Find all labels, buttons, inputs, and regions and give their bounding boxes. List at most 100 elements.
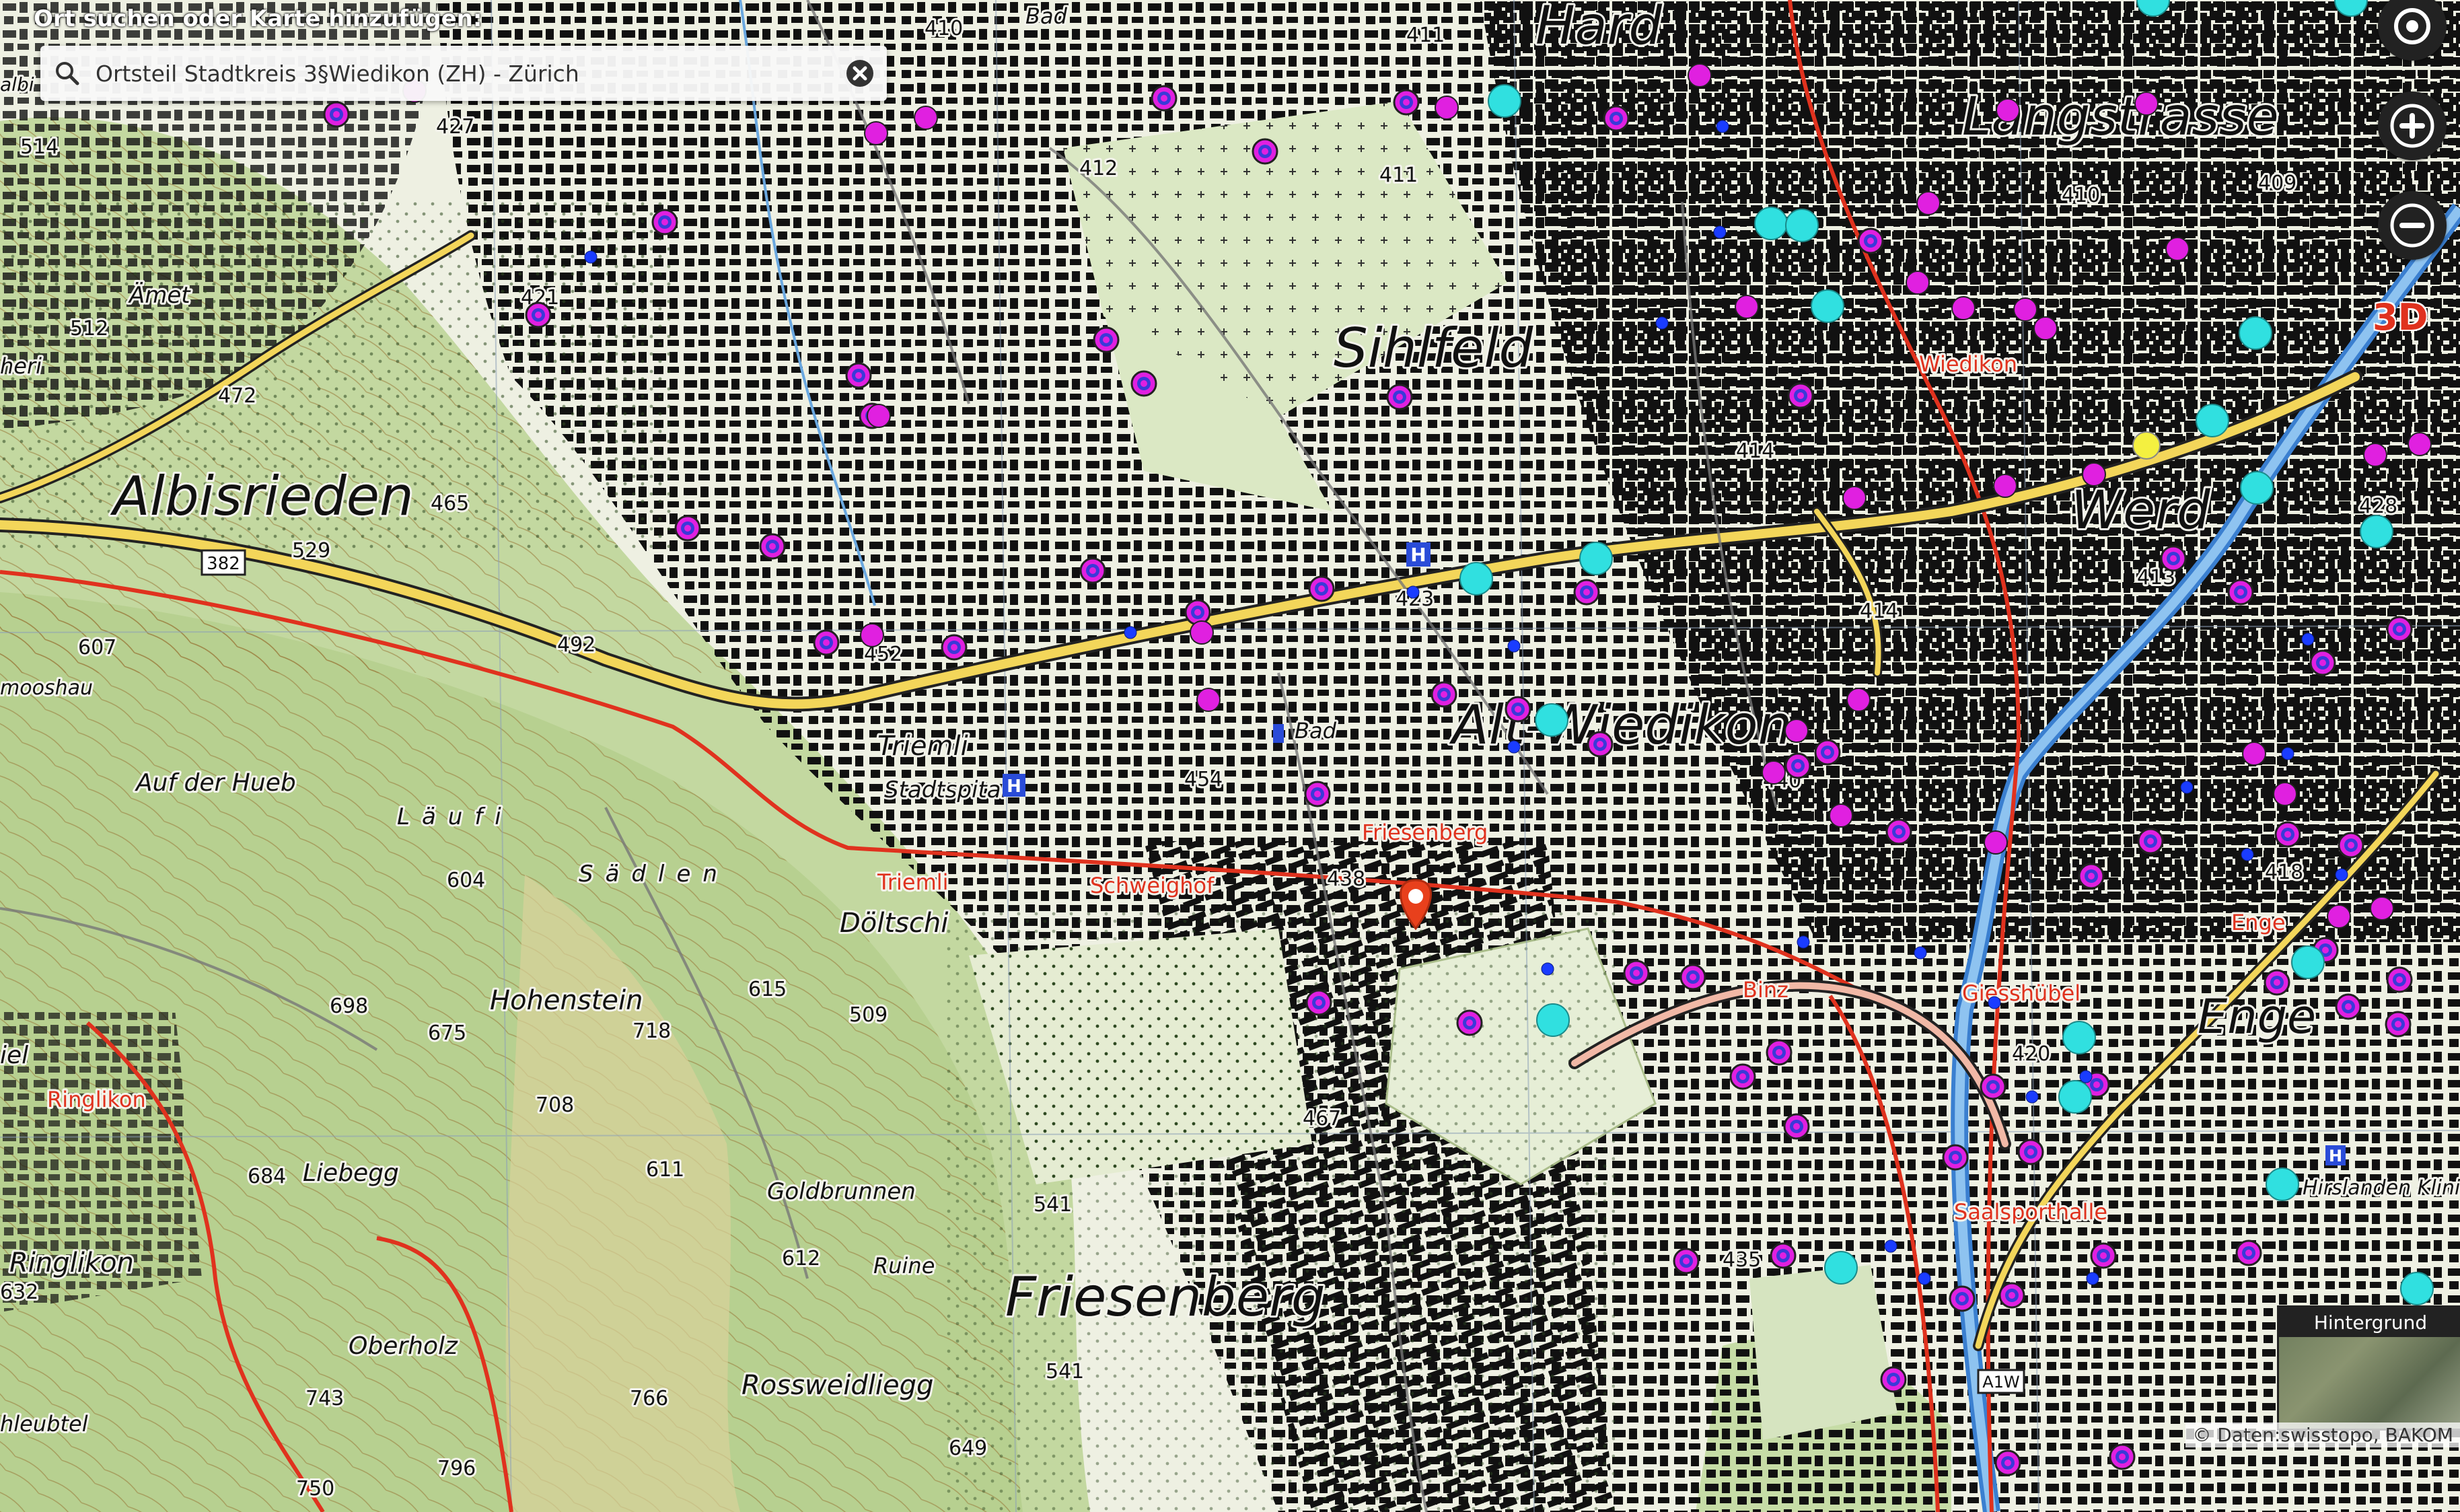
poi-marker[interactable]: [2291, 945, 2325, 979]
poi-marker[interactable]: [1713, 225, 1727, 239]
poi-marker[interactable]: [1996, 98, 2020, 122]
poi-marker[interactable]: [2078, 863, 2105, 890]
poi-marker[interactable]: [1184, 599, 1211, 626]
poi-marker[interactable]: [1811, 289, 1844, 323]
poi-marker[interactable]: [2132, 431, 2161, 460]
poi-marker[interactable]: [2090, 1242, 2117, 1269]
poi-marker[interactable]: [2385, 1011, 2412, 1038]
poi-marker[interactable]: [1951, 296, 1976, 320]
3d-button[interactable]: 3D: [2373, 296, 2428, 338]
poi-marker[interactable]: [651, 209, 678, 236]
poi-marker[interactable]: [1716, 120, 1729, 133]
poi-marker[interactable]: [2109, 1443, 2136, 1470]
poi-marker[interactable]: [2327, 904, 2351, 929]
poi-marker[interactable]: [759, 533, 786, 560]
poi-marker[interactable]: [1507, 740, 1521, 754]
poi-marker[interactable]: [1459, 562, 1493, 596]
poi-marker[interactable]: [1196, 688, 1221, 712]
poi-marker[interactable]: [1797, 935, 1810, 949]
poi-marker[interactable]: [1942, 1144, 1969, 1171]
poi-marker[interactable]: [1735, 295, 1759, 319]
poi-marker[interactable]: [1393, 89, 1420, 116]
poi-marker[interactable]: [2309, 649, 2336, 676]
poi-marker[interactable]: [1916, 191, 1941, 215]
poi-marker[interactable]: [2264, 969, 2290, 996]
poi-marker[interactable]: [2386, 616, 2413, 643]
poi-marker[interactable]: [2273, 782, 2297, 806]
poi-marker[interactable]: [1431, 681, 1457, 708]
poi-marker[interactable]: [1130, 370, 1157, 397]
poi-marker[interactable]: [2196, 404, 2229, 437]
search-input[interactable]: [94, 59, 833, 87]
poi-marker[interactable]: [1505, 696, 1531, 723]
poi-marker[interactable]: [1988, 996, 2001, 1009]
poi-marker[interactable]: [2281, 747, 2294, 760]
poi-marker[interactable]: [2062, 1021, 2096, 1054]
poi-marker[interactable]: [2386, 966, 2413, 993]
poi-marker[interactable]: [845, 362, 872, 389]
poi-marker[interactable]: [1079, 557, 1106, 584]
poi-marker[interactable]: [2137, 828, 2164, 855]
poi-marker[interactable]: [1785, 209, 1819, 242]
poi-marker[interactable]: [1846, 688, 1871, 712]
poi-marker[interactable]: [1783, 1113, 1810, 1140]
poi-marker[interactable]: [1784, 719, 1809, 743]
poi-marker[interactable]: [1814, 739, 1841, 766]
poi-marker[interactable]: [1784, 752, 1811, 779]
poi-marker[interactable]: [1880, 1366, 1907, 1393]
zoom-in-button[interactable]: [2378, 92, 2447, 160]
poi-marker[interactable]: [2017, 1139, 2044, 1165]
poi-marker[interactable]: [1824, 1251, 1858, 1285]
poi-marker[interactable]: [1688, 63, 1712, 87]
poi-marker[interactable]: [864, 121, 888, 145]
poi-marker[interactable]: [1994, 1449, 2021, 1476]
poi-marker[interactable]: [2180, 781, 2194, 794]
poi-marker[interactable]: [2301, 633, 2315, 646]
poi-marker[interactable]: [1770, 1242, 1797, 1269]
poi-marker[interactable]: [1857, 227, 1884, 254]
poi-marker[interactable]: [1304, 781, 1331, 807]
poi-marker[interactable]: [1906, 271, 1930, 295]
poi-marker[interactable]: [1829, 803, 1853, 828]
poi-marker[interactable]: [1762, 760, 1786, 785]
poi-marker[interactable]: [1507, 639, 1521, 653]
clear-search-button[interactable]: [833, 59, 887, 88]
poi-marker[interactable]: [2335, 868, 2348, 881]
poi-marker[interactable]: [1456, 1009, 1483, 1036]
background-switcher[interactable]: Hintergrund: [2277, 1305, 2460, 1431]
poi-marker[interactable]: [2025, 1090, 2039, 1104]
poi-marker[interactable]: [1579, 542, 1613, 575]
poi-marker[interactable]: [1406, 585, 1420, 599]
poi-marker[interactable]: [1488, 84, 1521, 118]
poi-marker[interactable]: [1535, 703, 1568, 737]
poi-marker[interactable]: [860, 623, 884, 647]
poi-marker[interactable]: [1998, 1282, 2025, 1309]
poi-marker[interactable]: [1190, 620, 1214, 645]
poi-marker[interactable]: [2240, 471, 2274, 505]
poi-marker[interactable]: [941, 634, 968, 661]
poi-marker[interactable]: [2013, 297, 2037, 322]
poi-marker[interactable]: [2338, 832, 2364, 859]
poi-marker[interactable]: [2274, 821, 2301, 848]
poi-marker[interactable]: [2082, 462, 2106, 487]
poi-marker[interactable]: [2058, 1080, 2092, 1114]
poi-marker[interactable]: [1914, 946, 1927, 960]
poi-marker[interactable]: [2242, 742, 2266, 766]
poi-marker[interactable]: [2408, 432, 2432, 456]
poi-marker[interactable]: [2134, 92, 2159, 116]
poi-marker[interactable]: [2363, 443, 2387, 467]
poi-marker[interactable]: [1536, 1003, 1570, 1037]
poi-marker[interactable]: [674, 515, 701, 542]
poi-marker[interactable]: [1623, 960, 1650, 986]
poi-marker[interactable]: [525, 301, 552, 328]
poi-marker[interactable]: [1252, 138, 1278, 165]
poi-marker[interactable]: [2227, 579, 2254, 606]
search-icon[interactable]: [40, 60, 94, 87]
poi-marker[interactable]: [1386, 384, 1413, 410]
poi-marker[interactable]: [2033, 316, 2058, 340]
poi-marker[interactable]: [1573, 579, 1600, 606]
poi-marker[interactable]: [2079, 1070, 2093, 1083]
poi-marker[interactable]: [1949, 1285, 1976, 1312]
poi-marker[interactable]: [1308, 575, 1335, 602]
poi-marker[interactable]: [2086, 1272, 2099, 1285]
